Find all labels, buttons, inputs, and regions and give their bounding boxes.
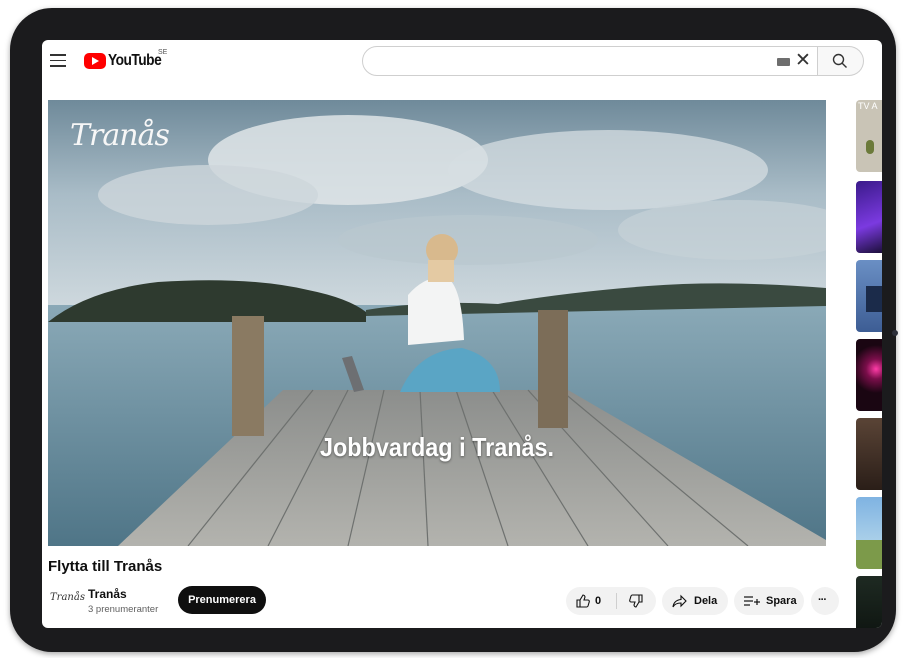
playlist-add-icon xyxy=(744,596,760,606)
related-video-thumbnail[interactable] xyxy=(856,418,882,490)
related-video-thumbnail[interactable] xyxy=(856,181,882,253)
share-icon xyxy=(672,594,687,608)
search-box: ✕ xyxy=(362,46,818,76)
close-icon[interactable]: ✕ xyxy=(795,51,811,71)
thumbs-up-icon xyxy=(576,594,590,608)
channel-avatar[interactable]: Tranås xyxy=(50,592,85,603)
country-code: SE xyxy=(158,49,168,56)
top-bar: YouTube SE ✕ xyxy=(42,40,882,86)
channel-name[interactable]: Tranås xyxy=(88,587,127,601)
related-video-thumbnail[interactable]: TV A xyxy=(856,100,882,172)
dislike-button[interactable] xyxy=(617,587,656,615)
menu-icon[interactable] xyxy=(50,54,66,68)
like-count: 0 xyxy=(595,595,602,607)
like-button[interactable]: 0 xyxy=(566,587,616,615)
search-icon xyxy=(832,53,847,68)
related-video-thumbnail[interactable] xyxy=(856,576,882,628)
subscriber-count: 3 prenumeranter xyxy=(88,604,159,615)
screen: YouTube SE ✕ Tranås Jobbvardag i Tranås.… xyxy=(42,40,882,628)
search-input[interactable] xyxy=(377,52,761,72)
video-title: Flytta till Tranås xyxy=(48,558,163,575)
brand-overlay-logo: Tranås xyxy=(70,118,170,153)
search-button[interactable] xyxy=(818,46,864,76)
more-actions-button[interactable]: ··· xyxy=(811,587,839,615)
like-dislike-group: 0 xyxy=(566,587,656,615)
video-frame-image xyxy=(48,100,826,546)
save-button[interactable]: Spara xyxy=(734,587,804,615)
subscribe-button[interactable]: Prenumerera xyxy=(178,586,266,614)
thumbs-down-icon xyxy=(629,594,643,608)
related-video-thumbnail[interactable] xyxy=(856,339,882,411)
youtube-wordmark[interactable]: YouTube xyxy=(108,52,162,70)
share-label: Dela xyxy=(694,595,718,607)
share-button[interactable]: Dela xyxy=(662,587,728,615)
related-video-label: TV A xyxy=(858,101,878,111)
keyboard-icon[interactable] xyxy=(777,58,790,66)
save-label: Spara xyxy=(766,595,797,607)
youtube-logo-icon[interactable] xyxy=(84,53,106,69)
related-video-thumbnail[interactable] xyxy=(856,497,882,569)
more-horizontal-icon: ··· xyxy=(818,594,827,606)
related-video-thumbnail[interactable] xyxy=(856,260,882,332)
tablet-camera xyxy=(892,330,898,336)
video-caption: Jobbvardag i Tranås. xyxy=(319,432,555,462)
video-player[interactable]: Tranås Jobbvardag i Tranås. xyxy=(48,100,826,546)
